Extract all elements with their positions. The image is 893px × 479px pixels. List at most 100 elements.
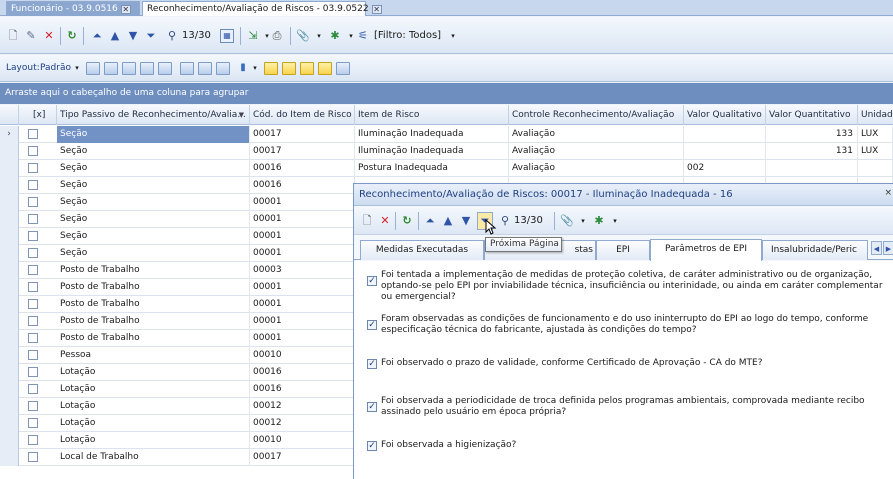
cell-codigo[interactable]: 00001 (250, 194, 355, 211)
print-icon[interactable]: ⎙ (270, 29, 284, 43)
cell-codigo[interactable]: 00001 (250, 211, 355, 228)
row-indicator[interactable] (0, 364, 19, 381)
cell-tipo[interactable]: Seção (57, 177, 250, 194)
layout-button[interactable] (216, 62, 230, 75)
cell-controle[interactable]: Avaliação (509, 126, 684, 143)
tab-epi[interactable]: EPI (596, 240, 650, 260)
new-record-icon[interactable]: 🗋 (360, 214, 374, 228)
question-checkbox[interactable]: ✓ (367, 402, 377, 412)
layout-select[interactable]: Padrão (40, 61, 71, 75)
row-indicator[interactable] (0, 449, 19, 466)
row-indicator[interactable] (0, 381, 19, 398)
cell-item[interactable]: Iluminação Inadequada (355, 143, 509, 160)
layout-button[interactable] (104, 62, 118, 75)
row-indicator[interactable] (0, 279, 19, 296)
row-indicator[interactable] (0, 160, 19, 177)
cell-codigo[interactable]: 00016 (250, 364, 355, 381)
cell-codigo[interactable]: 00017 (250, 126, 355, 143)
cell-quantitativo[interactable]: 133 (766, 126, 858, 143)
first-record-icon[interactable]: ⏶ (423, 214, 437, 228)
cell-controle[interactable]: Avaliação (509, 160, 684, 177)
current-row-indicator-icon[interactable]: › (0, 126, 19, 143)
cell-unidade[interactable]: LUX (858, 126, 893, 143)
cell-codigo[interactable]: 00010 (250, 347, 355, 364)
row-indicator[interactable] (0, 415, 19, 432)
find-icon[interactable]: ⚲ (165, 29, 179, 43)
layout-button[interactable] (158, 62, 172, 75)
row-checkbox[interactable] (28, 180, 38, 190)
row-checkbox[interactable] (28, 163, 38, 173)
refresh-icon[interactable]: ↻ (65, 29, 79, 43)
layout-button[interactable] (336, 62, 350, 75)
column-header-item[interactable]: Item de Risco (355, 105, 509, 125)
column-header-tipo[interactable]: Tipo Passivo de Reconhecimento/Avalia...… (57, 105, 250, 125)
tools-icon[interactable]: ✱ (592, 214, 606, 228)
new-record-icon[interactable]: 🗋 (6, 29, 20, 43)
question-checkbox[interactable]: ✓ (367, 441, 377, 451)
chevron-down-icon[interactable]: ▾ (576, 214, 590, 228)
question-checkbox[interactable]: ✓ (367, 359, 377, 369)
row-checkbox[interactable] (28, 418, 38, 428)
layout-button[interactable] (318, 62, 332, 75)
tab-scroll-left-icon[interactable]: ◀ (871, 241, 882, 255)
cell-tipo[interactable]: Seção (57, 245, 250, 262)
row-checkbox[interactable] (28, 316, 38, 326)
cell-unidade[interactable] (858, 160, 893, 177)
row-indicator[interactable] (0, 296, 19, 313)
cell-tipo[interactable]: Posto de Trabalho (57, 262, 250, 279)
row-indicator[interactable] (0, 432, 19, 449)
next-record-icon[interactable]: ▼ (459, 214, 473, 228)
question-checkbox[interactable]: ✓ (367, 276, 377, 286)
cell-tipo[interactable]: Posto de Trabalho (57, 313, 250, 330)
cell-tipo[interactable]: Seção (57, 228, 250, 245)
group-by-area[interactable]: Arraste aqui o cabeçalho de uma coluna p… (0, 83, 893, 104)
cell-tipo[interactable]: Posto de Trabalho (57, 330, 250, 347)
cell-quantitativo[interactable] (766, 160, 858, 177)
find-icon[interactable]: ⚲ (498, 214, 512, 228)
cell-tipo[interactable]: Posto de Trabalho (57, 279, 250, 296)
row-checkbox[interactable] (28, 282, 38, 292)
layout-button[interactable] (180, 62, 194, 75)
cell-codigo[interactable]: 00001 (250, 228, 355, 245)
cell-codigo[interactable]: 00017 (250, 143, 355, 160)
cell-codigo[interactable]: 00001 (250, 330, 355, 347)
export-icon[interactable]: ⇲ (246, 29, 260, 43)
cell-codigo[interactable]: 00001 (250, 296, 355, 313)
tools-icon[interactable]: ✱ (328, 29, 342, 43)
cell-tipo[interactable]: Lotação (57, 398, 250, 415)
previous-record-icon[interactable]: ▲ (108, 29, 122, 43)
cell-tipo[interactable]: Posto de Trabalho (57, 296, 250, 313)
cell-qualitativo[interactable] (684, 126, 766, 143)
filter-label[interactable]: [Filtro: Todos] (374, 29, 441, 43)
close-icon[interactable]: ✕ (120, 5, 131, 14)
row-indicator[interactable] (0, 347, 19, 364)
cell-tipo[interactable]: Pessoa (57, 347, 250, 364)
cell-item[interactable]: Iluminação Inadequada (355, 126, 509, 143)
column-header-controle[interactable]: Controle Reconhecimento/Avaliação (509, 105, 684, 125)
column-header-codigo[interactable]: Cód. do Item de Risco (250, 105, 355, 125)
chevron-down-icon[interactable]: ▾ (248, 61, 262, 75)
delete-icon[interactable]: ✕ (42, 29, 56, 43)
column-header-qualitativo[interactable]: Valor Qualitativo (684, 105, 766, 125)
row-indicator[interactable] (0, 262, 19, 279)
row-indicator[interactable] (0, 143, 19, 160)
cell-codigo[interactable]: 00012 (250, 398, 355, 415)
cell-controle[interactable]: Avaliação (509, 143, 684, 160)
chevron-down-icon[interactable]: ▾ (70, 61, 84, 75)
cell-codigo[interactable]: 00010 (250, 432, 355, 449)
row-checkbox[interactable] (28, 129, 38, 139)
cell-codigo[interactable]: 00017 (250, 449, 355, 466)
cell-codigo[interactable]: 00016 (250, 160, 355, 177)
tab-insalubridade[interactable]: Insalubridade/Peric (762, 240, 868, 260)
layout-button[interactable] (264, 62, 278, 75)
layout-button[interactable] (86, 62, 100, 75)
layout-button[interactable] (282, 62, 296, 75)
next-record-icon[interactable]: ▼ (126, 29, 140, 43)
row-indicator[interactable] (0, 194, 19, 211)
row-checkbox[interactable] (28, 265, 38, 275)
row-checkbox[interactable] (28, 248, 38, 258)
table-row[interactable]: Seção 00016 Postura Inadequada Avaliação 002 (0, 160, 893, 177)
cell-tipo[interactable]: Lotação (57, 381, 250, 398)
cell-codigo[interactable]: 00001 (250, 313, 355, 330)
cell-tipo[interactable]: Lotação (57, 415, 250, 432)
